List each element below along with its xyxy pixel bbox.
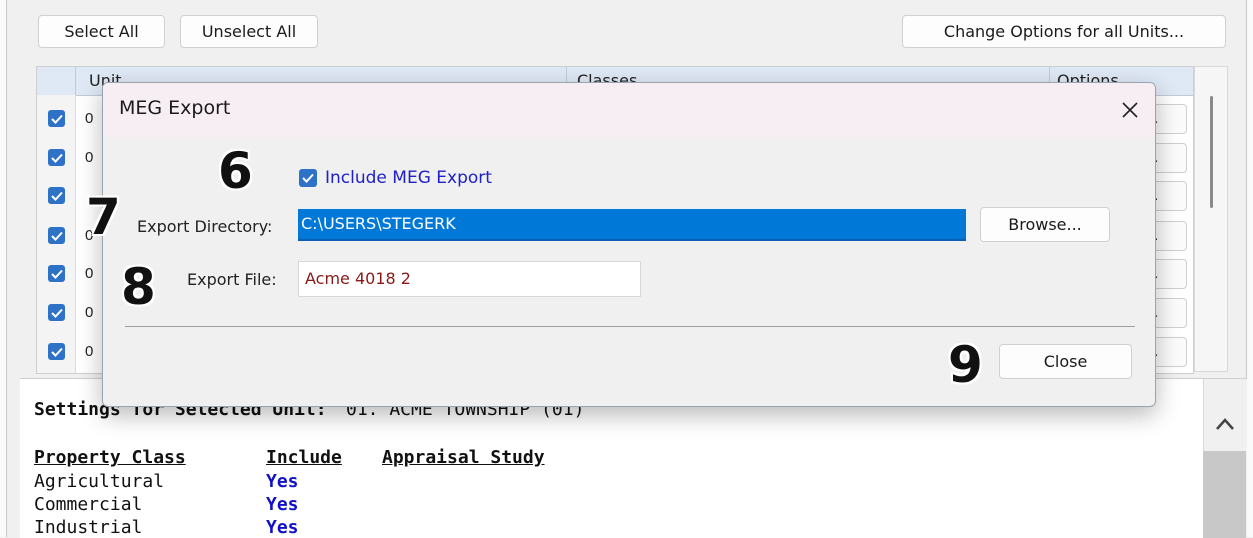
checkmark-icon xyxy=(50,231,63,241)
row-checkbox[interactable] xyxy=(48,110,65,127)
select-all-button[interactable]: Select All xyxy=(38,15,165,48)
property-class-name: Commercial xyxy=(34,494,143,515)
row-unit: 0 xyxy=(85,110,94,127)
window-right-border xyxy=(1246,0,1253,537)
callout-number: 8 xyxy=(121,258,156,316)
dialog-close-button[interactable] xyxy=(1111,91,1149,129)
row-unit: 0 xyxy=(85,149,94,166)
include-meg-export-checkbox[interactable] xyxy=(299,169,317,187)
row-checkbox[interactable] xyxy=(48,187,65,204)
export-file-label: Export File: xyxy=(187,270,277,289)
dialog-titlebar: MEG Export xyxy=(103,83,1155,137)
property-class-name: Agricultural xyxy=(34,471,165,492)
header-include: Include xyxy=(266,447,342,468)
row-checkbox[interactable] xyxy=(48,149,65,166)
export-directory-field[interactable]: C:\USERS\STEGERK xyxy=(298,209,966,241)
header-property-class: Property Class xyxy=(34,447,186,468)
include-meg-export-label[interactable]: Include MEG Export xyxy=(325,168,492,188)
change-options-all-button[interactable]: Change Options for all Units... xyxy=(902,15,1226,48)
row-unit: 0 xyxy=(85,265,94,282)
close-button[interactable]: Close xyxy=(999,344,1132,379)
checkmark-icon xyxy=(50,308,63,318)
include-value: Yes xyxy=(266,471,299,492)
callout-number: 7 xyxy=(86,188,121,246)
row-checkbox[interactable] xyxy=(48,304,65,321)
row-checkbox[interactable] xyxy=(48,227,65,244)
row-unit: 0 xyxy=(85,343,94,360)
property-class-name: Industrial xyxy=(34,517,143,538)
callout-number: 6 xyxy=(218,142,253,200)
row-checkbox[interactable] xyxy=(48,265,65,282)
header-appraisal-study: Appraisal Study xyxy=(382,447,545,468)
unselect-all-button[interactable]: Unselect All xyxy=(180,15,318,48)
scroll-up-icon[interactable] xyxy=(1215,417,1235,431)
meg-export-dialog: MEG Export Include MEG Export Export Dir… xyxy=(102,82,1156,407)
window-left-border xyxy=(0,0,7,537)
dialog-separator xyxy=(125,326,1135,327)
row-unit: 0 xyxy=(85,304,94,321)
checkmark-icon xyxy=(50,191,63,201)
include-value: Yes xyxy=(266,517,299,538)
row-checkbox[interactable] xyxy=(48,343,65,360)
browse-button[interactable]: Browse... xyxy=(980,207,1110,242)
export-file-field[interactable]: Acme 4018 2 xyxy=(298,261,641,297)
checkmark-icon xyxy=(50,114,63,124)
include-value: Yes xyxy=(266,494,299,515)
callout-number: 9 xyxy=(948,336,983,394)
grid-scrollbar-thumb[interactable] xyxy=(1210,96,1213,208)
close-icon xyxy=(1122,102,1138,118)
dialog-title: MEG Export xyxy=(119,97,231,119)
checkmark-icon xyxy=(302,173,314,183)
checkmark-icon xyxy=(50,347,63,357)
checkmark-icon xyxy=(50,153,63,163)
export-directory-label: Export Directory: xyxy=(137,217,273,236)
checkmark-icon xyxy=(50,269,63,279)
settings-scrollbar-thumb[interactable] xyxy=(1203,451,1246,538)
